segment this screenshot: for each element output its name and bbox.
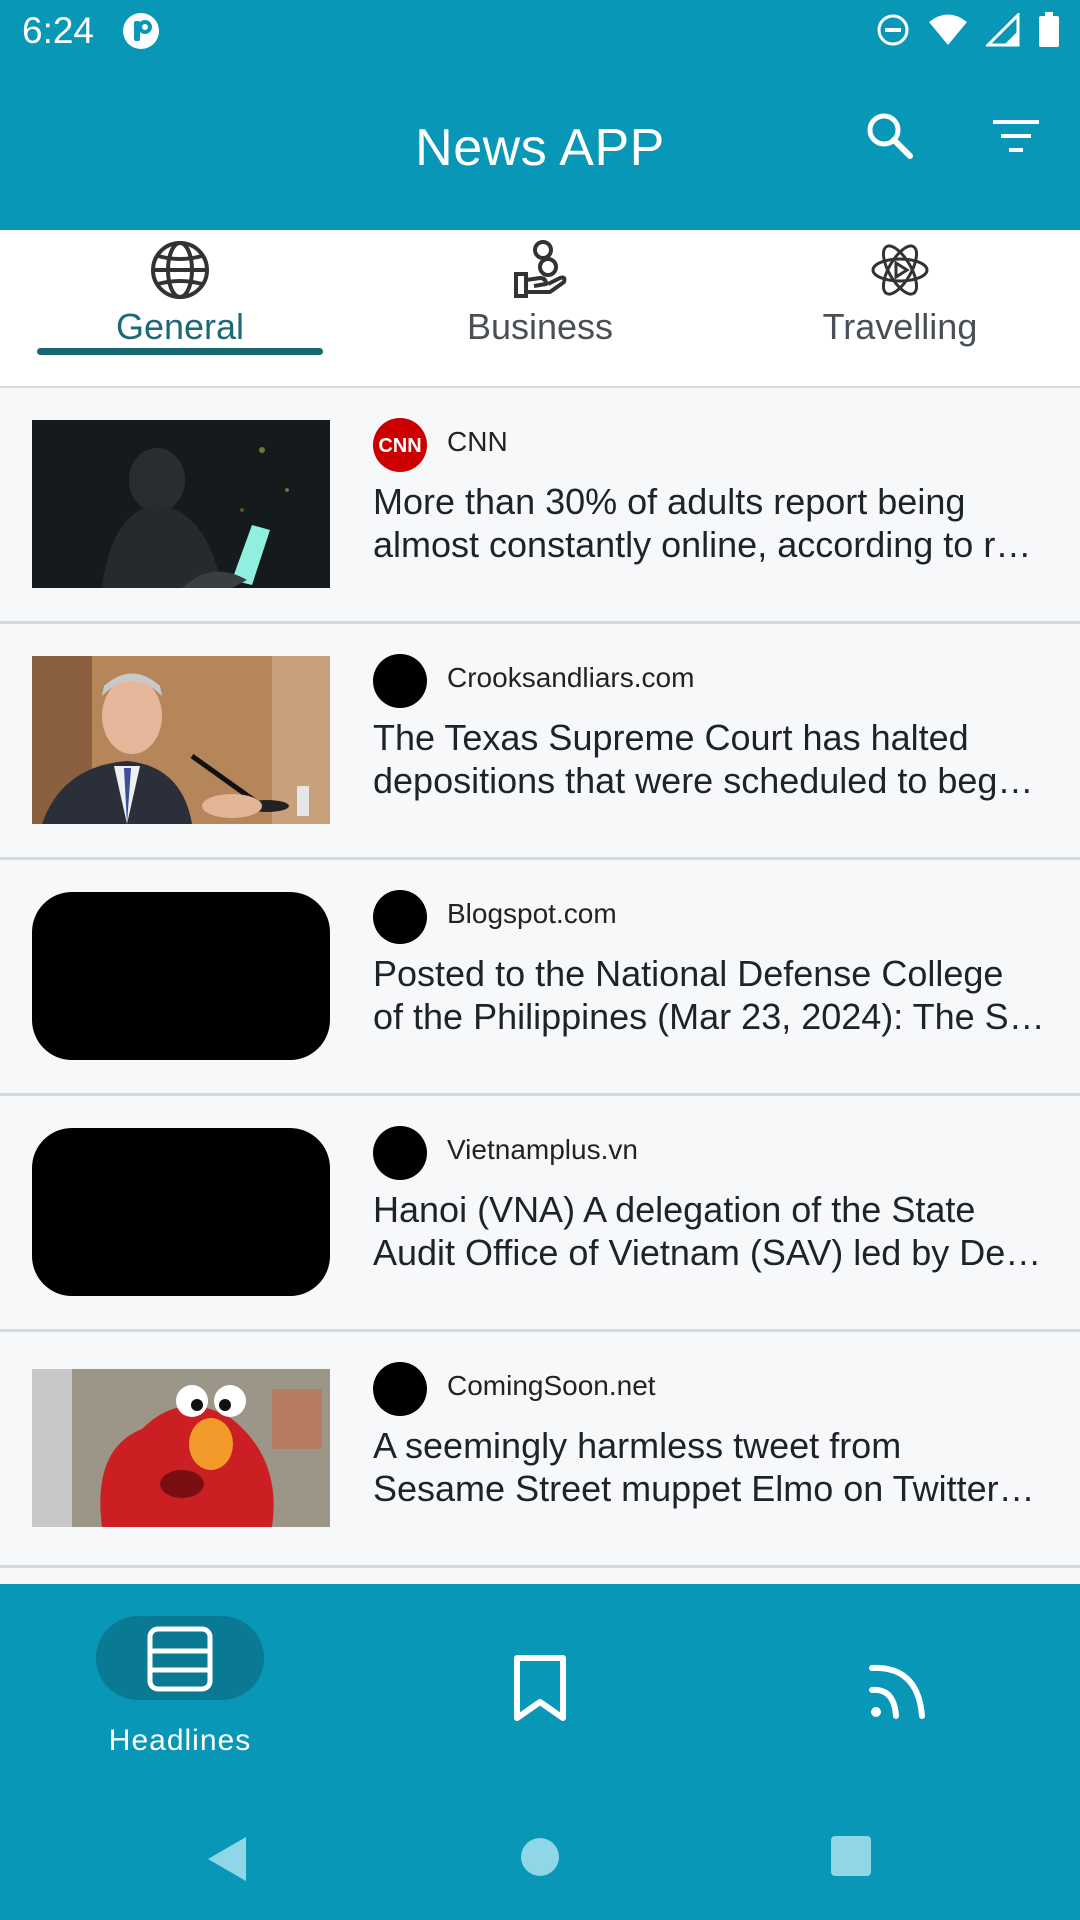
tab-business-label: Business [466, 306, 614, 347]
article-headline: More than 30% of adults report being alm… [373, 481, 1032, 565]
article-thumbnail [32, 656, 330, 824]
app-bar: News APP [0, 62, 1080, 230]
feed-icon [869, 1664, 925, 1719]
source-logo-icon [373, 1126, 427, 1180]
article-source: ComingSoon.net [447, 1370, 656, 1401]
status-time: 6:24 [22, 10, 95, 51]
filter-icon [993, 120, 1039, 152]
article-thumbnail [32, 1369, 330, 1527]
source-logo-icon [373, 654, 427, 708]
globe-icon [151, 241, 209, 299]
dnd-icon [876, 13, 910, 52]
tab-active-indicator [37, 348, 323, 355]
nav-headlines-label: Headlines [108, 1724, 252, 1757]
tab-travelling-label: Travelling [822, 306, 978, 347]
list-item[interactable]: CNN CNN More than 30% of adults report b… [0, 388, 1080, 624]
svg-text:CNN: CNN [378, 435, 421, 457]
nav-bookmarks[interactable] [360, 1584, 720, 1799]
article-headline: Posted to the National Defense College o… [373, 953, 1045, 1037]
article-thumbnail-placeholder [32, 1128, 330, 1296]
list-item[interactable]: ComingSoon.net A seemingly harmless twee… [0, 1332, 1080, 1568]
tab-business[interactable]: Business [360, 230, 720, 384]
app-indicator-icon [122, 12, 160, 55]
search-icon [867, 113, 913, 159]
signal-icon [984, 11, 1020, 52]
source-logo-icon [373, 1362, 427, 1416]
business-hand-icon [514, 240, 567, 298]
article-thumbnail [32, 420, 330, 588]
article-source: Crooksandliars.com [447, 662, 695, 693]
tab-travelling[interactable]: Travelling [720, 230, 1080, 384]
article-source: Vietnamplus.vn [447, 1134, 638, 1165]
headlines-icon [147, 1626, 213, 1692]
cnn-logo-icon: CNN [373, 418, 427, 472]
status-bar: 6:24 [0, 0, 1080, 62]
tab-general[interactable]: General [0, 230, 360, 384]
bookmark-icon [514, 1655, 566, 1721]
source-logo-icon [373, 890, 427, 944]
article-headline: A seemingly harmless tweet from Sesame S… [373, 1425, 1035, 1509]
nav-headlines[interactable]: Headlines [0, 1584, 360, 1799]
atom-play-icon [871, 244, 929, 296]
article-source: Blogspot.com [447, 898, 617, 929]
battery-icon [1038, 12, 1060, 53]
article-headline: Hanoi (VNA) A delegation of the State Au… [373, 1189, 1042, 1273]
article-headline: The Texas Supreme Court has halted depos… [373, 717, 1034, 801]
news-list: CNN CNN More than 30% of adults report b… [0, 388, 1080, 1568]
recents-icon[interactable] [830, 1835, 872, 1877]
back-icon[interactable] [206, 1835, 248, 1883]
category-tabs: General Business Travelling [0, 230, 1080, 388]
list-item[interactable]: Crooksandliars.com The Texas Supreme Cou… [0, 624, 1080, 860]
tab-general-label: General [115, 306, 245, 347]
home-icon[interactable] [520, 1837, 560, 1877]
list-item[interactable]: Vietnamplus.vn Hanoi (VNA) A delegation … [0, 1096, 1080, 1332]
bottom-navigation: Headlines [0, 1584, 1080, 1799]
article-thumbnail-placeholder [32, 892, 330, 1060]
nav-feed[interactable] [720, 1584, 1080, 1799]
system-nav-bar [0, 1799, 1080, 1920]
filter-button[interactable] [985, 106, 1047, 166]
article-source: CNN [447, 426, 508, 457]
search-button[interactable] [860, 106, 920, 166]
list-item[interactable]: Blogspot.com Posted to the National Defe… [0, 860, 1080, 1096]
wifi-icon [928, 13, 968, 52]
